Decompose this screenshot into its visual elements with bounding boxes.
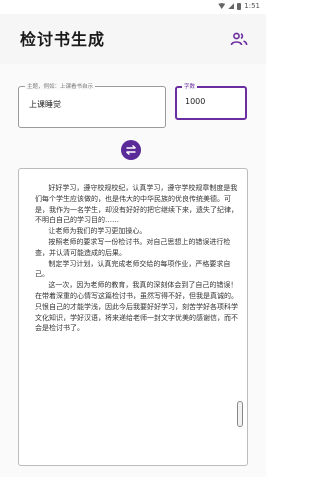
page-title: 检讨书生成: [20, 30, 106, 49]
app-bar: 检讨书生成: [0, 14, 266, 64]
users-button[interactable]: [230, 31, 248, 47]
topic-input[interactable]: [29, 100, 159, 109]
topic-field[interactable]: 主题，例如：上课看书自示: [18, 82, 166, 128]
result-textarea[interactable]: 好好学习，遵守校规校纪，认真学习，遵守学校规章制度是我们每个学生应该做的，也是伟…: [18, 168, 248, 466]
swap-button[interactable]: [121, 140, 141, 160]
main-content: 主题，例如：上课看书自示 字数 好好学习，遵守校规校纪，认真学习，遵守学校规章制…: [0, 64, 266, 477]
word-count-field[interactable]: 字数: [175, 82, 247, 120]
word-count-label: 字数: [182, 82, 198, 90]
signal-icon: [228, 3, 235, 9]
swap-icon: [126, 144, 136, 156]
status-bar: 1:51: [0, 0, 266, 14]
topic-field-label: 主题，例如：上课看书自示: [25, 82, 96, 90]
status-icons: 1:51: [218, 2, 260, 10]
word-count-input[interactable]: [185, 97, 241, 106]
battery-icon: [237, 2, 242, 10]
status-time: 1:51: [244, 2, 260, 10]
wifi-icon: [218, 3, 226, 9]
users-icon: [230, 32, 248, 46]
result-text: 好好学习，遵守校规校纪，认真学习，遵守学校规章制度是我们每个学生应该做的，也是伟…: [35, 184, 238, 333]
scroll-handle[interactable]: [237, 401, 243, 427]
